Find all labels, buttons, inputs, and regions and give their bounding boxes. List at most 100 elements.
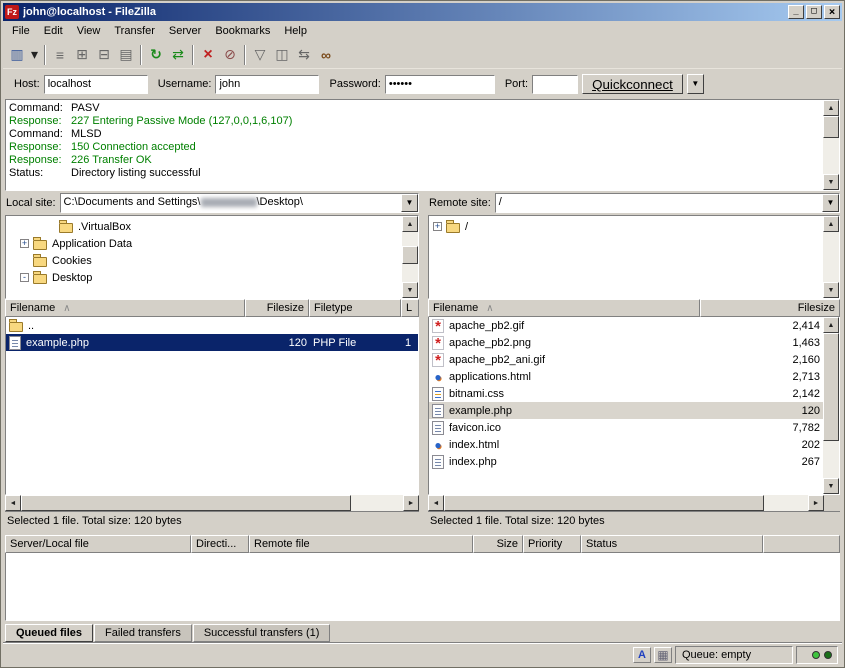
- file-row[interactable]: apache_pb2.gif2,414: [429, 317, 823, 334]
- file-row[interactable]: index.php267: [429, 453, 823, 470]
- find-button[interactable]: [315, 44, 337, 66]
- file-row-example-php[interactable]: example.php120: [429, 402, 823, 419]
- menu-transfer[interactable]: Transfer: [107, 23, 162, 39]
- menu-server[interactable]: Server: [162, 23, 208, 39]
- scroll-left-icon[interactable]: ◄: [5, 495, 21, 511]
- column-label: Filename: [10, 302, 55, 316]
- scrollbar-thumb[interactable]: [402, 246, 418, 264]
- column-header-filesize[interactable]: Filesize: [245, 299, 309, 317]
- tree-item-desktop[interactable]: -Desktop: [6, 269, 402, 286]
- transfer-type-icon[interactable]: [633, 647, 651, 663]
- column-header-status[interactable]: Status: [581, 535, 763, 553]
- menu-edit[interactable]: Edit: [37, 23, 70, 39]
- quickconnect-dropdown-button[interactable]: ▼: [687, 74, 704, 94]
- column-header-direction[interactable]: Directi...: [191, 535, 249, 553]
- disconnect-button[interactable]: [219, 44, 241, 66]
- scrollbar-thumb[interactable]: [823, 116, 839, 138]
- site-manager-button[interactable]: [6, 44, 28, 66]
- scroll-up-icon[interactable]: ▲: [823, 216, 839, 232]
- scroll-right-icon[interactable]: ►: [403, 495, 419, 511]
- toggle-queue-button[interactable]: [115, 44, 137, 66]
- collapse-icon[interactable]: -: [20, 273, 29, 282]
- scroll-up-icon[interactable]: ▲: [823, 100, 839, 116]
- expand-icon[interactable]: +: [433, 222, 442, 231]
- tree-item-virtualbox[interactable]: .VirtualBox: [6, 218, 402, 235]
- remote-site-combobox[interactable]: / ▼: [495, 193, 840, 213]
- expand-icon[interactable]: +: [20, 239, 29, 248]
- scroll-down-icon[interactable]: ▼: [823, 478, 839, 494]
- file-row[interactable]: applications.html2,713: [429, 368, 823, 385]
- local-tree-scrollbar[interactable]: ▲ ▼: [402, 216, 418, 298]
- menu-file[interactable]: File: [5, 23, 37, 39]
- password-input[interactable]: [385, 75, 495, 94]
- tree-item-root[interactable]: +/: [429, 218, 823, 235]
- scroll-down-icon[interactable]: ▼: [823, 174, 839, 190]
- compare-button[interactable]: [271, 44, 293, 66]
- tab-successful-transfers[interactable]: Successful transfers (1): [193, 624, 331, 642]
- remote-path-value[interactable]: /: [496, 194, 822, 212]
- column-header-filesize[interactable]: Filesize: [700, 299, 840, 317]
- column-header-remote-file[interactable]: Remote file: [249, 535, 473, 553]
- scrollbar-thumb[interactable]: [21, 495, 351, 511]
- message-log: Command:PASV Response:227 Entering Passi…: [5, 99, 840, 191]
- scroll-right-icon[interactable]: ►: [808, 495, 824, 511]
- file-row[interactable]: apache_pb2_ani.gif2,160: [429, 351, 823, 368]
- toggle-local-tree-button[interactable]: [71, 44, 93, 66]
- encryption-icon[interactable]: [654, 647, 672, 663]
- scroll-up-icon[interactable]: ▲: [823, 317, 839, 333]
- scroll-left-icon[interactable]: ◄: [428, 495, 444, 511]
- local-list-hscrollbar[interactable]: ◄ ►: [5, 495, 419, 511]
- refresh-button[interactable]: [145, 44, 167, 66]
- toggle-message-log-button[interactable]: [49, 44, 71, 66]
- remote-list-hscrollbar[interactable]: ◄ ►: [428, 495, 840, 511]
- filter-button[interactable]: [249, 44, 271, 66]
- scroll-down-icon[interactable]: ▼: [402, 282, 418, 298]
- toggle-remote-tree-button[interactable]: [93, 44, 115, 66]
- username-input[interactable]: [215, 75, 319, 94]
- column-header-filename[interactable]: Filename: [5, 299, 245, 317]
- column-header-size[interactable]: Size: [473, 535, 523, 553]
- tab-queued-files[interactable]: Queued files: [5, 624, 93, 642]
- menu-help[interactable]: Help: [277, 23, 314, 39]
- file-row[interactable]: bitnami.css2,142: [429, 385, 823, 402]
- scroll-up-icon[interactable]: ▲: [402, 216, 418, 232]
- local-path-value[interactable]: C:\Documents and Settings\\Desktop\: [61, 194, 401, 212]
- chevron-down-icon[interactable]: ▼: [401, 194, 418, 212]
- file-row-example-php[interactable]: example.php 120 PHP File 1: [6, 334, 418, 351]
- file-row[interactable]: index.html202: [429, 436, 823, 453]
- menu-view[interactable]: View: [70, 23, 108, 39]
- file-name: index.html: [449, 439, 499, 451]
- remote-tree-scrollbar[interactable]: ▲ ▼: [823, 216, 839, 298]
- port-input[interactable]: [532, 75, 578, 94]
- scrollbar-thumb[interactable]: [444, 495, 764, 511]
- site-manager-dropdown-button[interactable]: [28, 44, 41, 66]
- maximize-button[interactable]: □: [806, 5, 822, 19]
- process-queue-button[interactable]: [167, 44, 189, 66]
- column-header-priority[interactable]: Priority: [523, 535, 581, 553]
- column-header-last-modified[interactable]: L: [401, 299, 419, 317]
- cancel-button[interactable]: [197, 44, 219, 66]
- scrollbar-thumb[interactable]: [823, 333, 839, 441]
- local-tree-rows: .VirtualBox +Application Data Cookies -D…: [6, 216, 402, 298]
- file-row[interactable]: apache_pb2.png1,463: [429, 334, 823, 351]
- minimize-button[interactable]: _: [788, 5, 804, 19]
- sync-browse-button[interactable]: [293, 44, 315, 66]
- remote-list-scrollbar[interactable]: ▲ ▼: [823, 317, 839, 494]
- column-header-server-local-file[interactable]: Server/Local file: [5, 535, 191, 553]
- file-row[interactable]: favicon.ico7,782: [429, 419, 823, 436]
- file-row-parent-dir[interactable]: ..: [6, 317, 418, 334]
- close-button[interactable]: ×: [824, 5, 840, 19]
- quickconnect-button[interactable]: Quickconnect: [582, 74, 683, 94]
- tree-item-application-data[interactable]: +Application Data: [6, 235, 402, 252]
- scroll-down-icon[interactable]: ▼: [823, 282, 839, 298]
- column-header-filename[interactable]: Filename: [428, 299, 700, 317]
- file-name: apache_pb2.png: [449, 337, 531, 349]
- local-site-combobox[interactable]: C:\Documents and Settings\\Desktop\ ▼: [60, 193, 419, 213]
- tab-failed-transfers[interactable]: Failed transfers: [94, 624, 192, 642]
- menu-bookmarks[interactable]: Bookmarks: [208, 23, 277, 39]
- log-scrollbar[interactable]: ▲ ▼: [823, 100, 839, 190]
- chevron-down-icon[interactable]: ▼: [822, 194, 839, 212]
- column-header-filetype[interactable]: Filetype: [309, 299, 401, 317]
- tree-item-cookies[interactable]: Cookies: [6, 252, 402, 269]
- host-input[interactable]: [44, 75, 148, 94]
